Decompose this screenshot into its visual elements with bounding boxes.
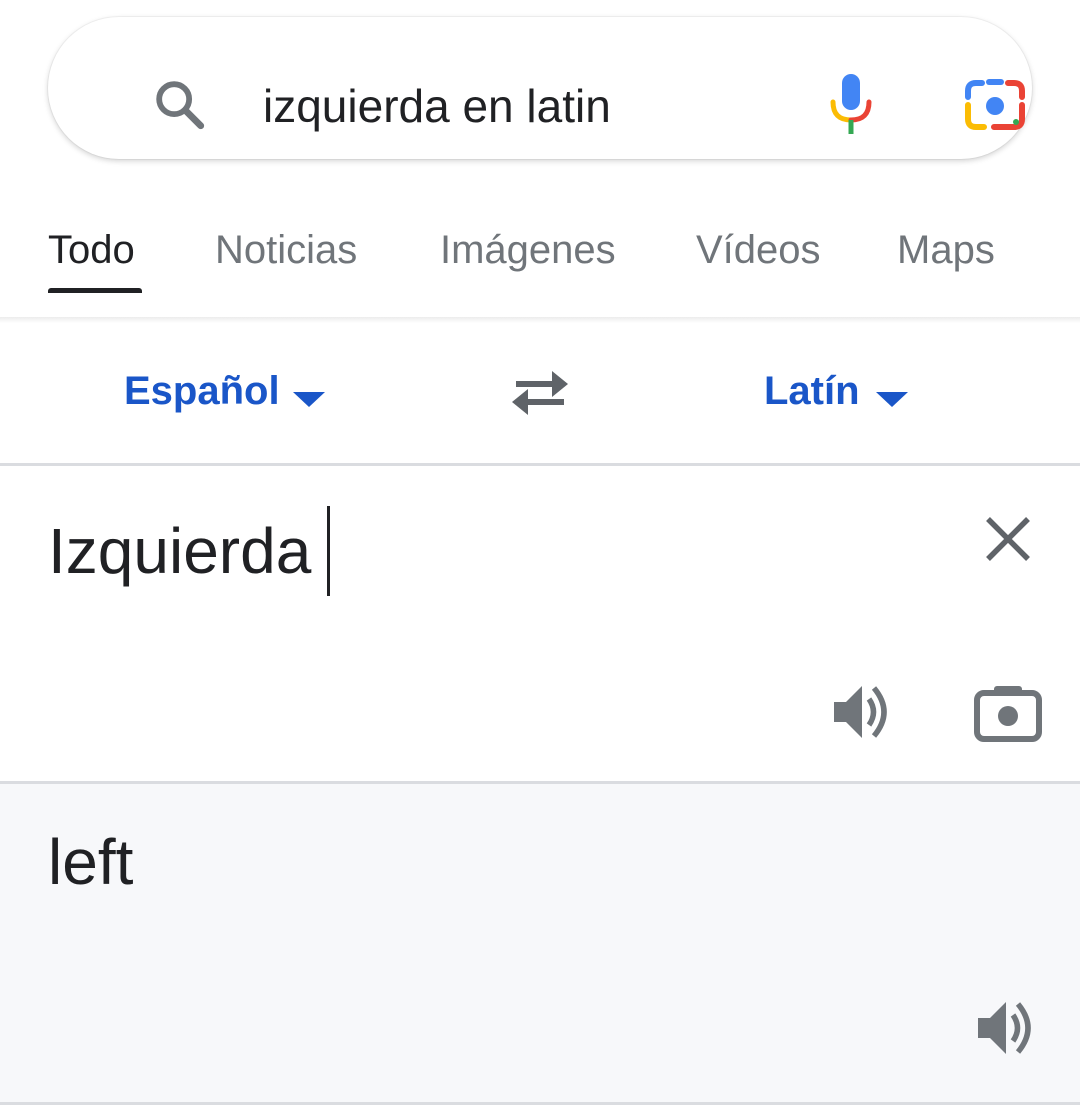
search-bar[interactable]: izquierda en latin (48, 17, 1032, 159)
close-icon[interactable] (984, 515, 1032, 563)
active-tab-indicator (48, 288, 142, 293)
tab-todo[interactable]: Todo (48, 224, 135, 276)
text-cursor (327, 506, 331, 596)
target-language-select[interactable]: Latín (764, 365, 860, 417)
mic-icon[interactable] (828, 72, 874, 138)
search-query[interactable]: izquierda en latin (263, 77, 611, 135)
target-language-caret-icon[interactable] (876, 392, 908, 407)
source-text: Izquierda (48, 515, 312, 587)
speaker-icon[interactable] (832, 682, 894, 742)
search-tabs: Todo Noticias Imágenes Vídeos Maps (0, 200, 1080, 318)
swap-arrows-icon[interactable] (508, 366, 572, 420)
tab-imagenes[interactable]: Imágenes (440, 224, 616, 276)
translated-text: left (48, 826, 134, 898)
tab-noticias[interactable]: Noticias (215, 224, 357, 276)
tabs-divider (0, 317, 1080, 323)
source-language-caret-icon[interactable] (293, 392, 325, 407)
divider (0, 1102, 1080, 1105)
tab-videos[interactable]: Vídeos (696, 224, 821, 276)
translation-result-area: left (0, 784, 1080, 1102)
lens-icon[interactable] (964, 77, 1026, 133)
source-text-input[interactable]: Izquierda (48, 506, 331, 596)
speaker-icon[interactable] (976, 998, 1038, 1058)
language-selector-row: Español Latín (0, 325, 1080, 463)
tab-maps[interactable]: Maps (897, 224, 995, 276)
search-icon[interactable] (150, 75, 208, 133)
source-text-area[interactable]: Izquierda (0, 466, 1080, 781)
camera-icon[interactable] (974, 684, 1042, 742)
source-language-select[interactable]: Español (124, 365, 280, 417)
